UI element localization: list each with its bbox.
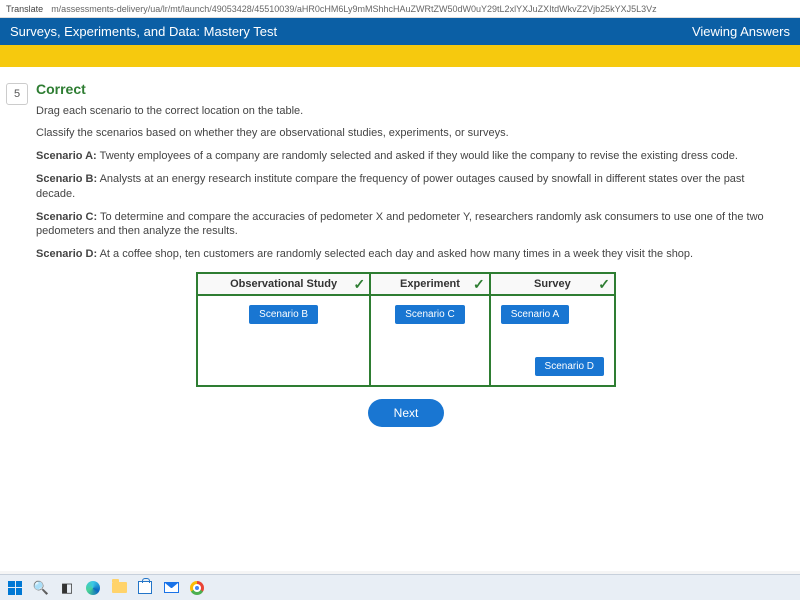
dropzone-survey[interactable]: Scenario A Scenario D <box>490 295 615 386</box>
browser-tab-label[interactable]: Translate <box>6 4 43 14</box>
check-icon: ✓ <box>598 276 610 293</box>
chip-scenario-c[interactable]: Scenario C <box>395 305 464 324</box>
instruction-text: Drag each scenario to the correct locati… <box>36 105 776 117</box>
chip-scenario-d[interactable]: Scenario D <box>535 357 604 376</box>
scenario-a: Scenario A: Twenty employees of a compan… <box>36 149 776 164</box>
address-bar[interactable]: m/assessments-delivery/ua/lr/mt/launch/4… <box>51 4 794 14</box>
column-experiment: Experiment ✓ <box>370 273 490 295</box>
browser-chrome: Translate m/assessments-delivery/ua/lr/m… <box>0 0 800 18</box>
mail-icon[interactable] <box>162 579 180 597</box>
scenario-d: Scenario D: At a coffee shop, ten custom… <box>36 247 776 262</box>
chip-scenario-a[interactable]: Scenario A <box>501 305 569 324</box>
check-icon: ✓ <box>354 276 366 293</box>
store-icon[interactable] <box>136 579 154 597</box>
scenario-c-text: To determine and compare the accuracies … <box>36 211 764 238</box>
column-experiment-label: Experiment <box>400 278 460 290</box>
page-title: Surveys, Experiments, and Data: Mastery … <box>10 24 277 39</box>
explorer-icon[interactable] <box>110 579 128 597</box>
dropzone-observational[interactable]: Scenario B <box>197 295 370 386</box>
scenario-c: Scenario C: To determine and compare the… <box>36 210 776 240</box>
start-icon[interactable] <box>6 579 24 597</box>
question-number: 5 <box>6 83 28 105</box>
task-view-icon[interactable]: ◧ <box>58 579 76 597</box>
column-observational-label: Observational Study <box>230 278 337 290</box>
chip-scenario-b[interactable]: Scenario B <box>249 305 318 324</box>
scenario-d-text: At a coffee shop, ten customers are rand… <box>100 248 694 260</box>
taskbar: 🔍 ◧ <box>0 574 800 600</box>
scenario-b-label: Scenario B: <box>36 173 97 185</box>
dropzone-experiment[interactable]: Scenario C <box>370 295 490 386</box>
scenario-a-label: Scenario A: <box>36 150 97 162</box>
check-icon: ✓ <box>473 276 485 293</box>
scenario-b: Scenario B: Analysts at an energy resear… <box>36 172 776 202</box>
scenario-a-text: Twenty employees of a company are random… <box>100 150 738 162</box>
correct-label: Correct <box>36 81 776 97</box>
question-content: 5 Correct Drag each scenario to the corr… <box>0 67 800 571</box>
page-header: Surveys, Experiments, and Data: Mastery … <box>0 18 800 45</box>
column-observational: Observational Study ✓ <box>197 273 370 295</box>
column-survey: Survey ✓ <box>490 273 615 295</box>
scenario-c-label: Scenario C: <box>36 211 97 223</box>
edge-icon[interactable] <box>84 579 102 597</box>
header-accent-bar <box>0 45 800 67</box>
search-icon[interactable]: 🔍 <box>32 579 50 597</box>
column-survey-label: Survey <box>534 278 571 290</box>
chrome-icon[interactable] <box>188 579 206 597</box>
scenario-d-label: Scenario D: <box>36 248 97 260</box>
next-button[interactable]: Next <box>368 399 445 427</box>
scenario-b-text: Analysts at an energy research institute… <box>36 173 744 200</box>
viewing-status: Viewing Answers <box>692 24 790 39</box>
classify-text: Classify the scenarios based on whether … <box>36 127 776 139</box>
classification-table: Observational Study ✓ Experiment ✓ Surve… <box>196 272 616 387</box>
